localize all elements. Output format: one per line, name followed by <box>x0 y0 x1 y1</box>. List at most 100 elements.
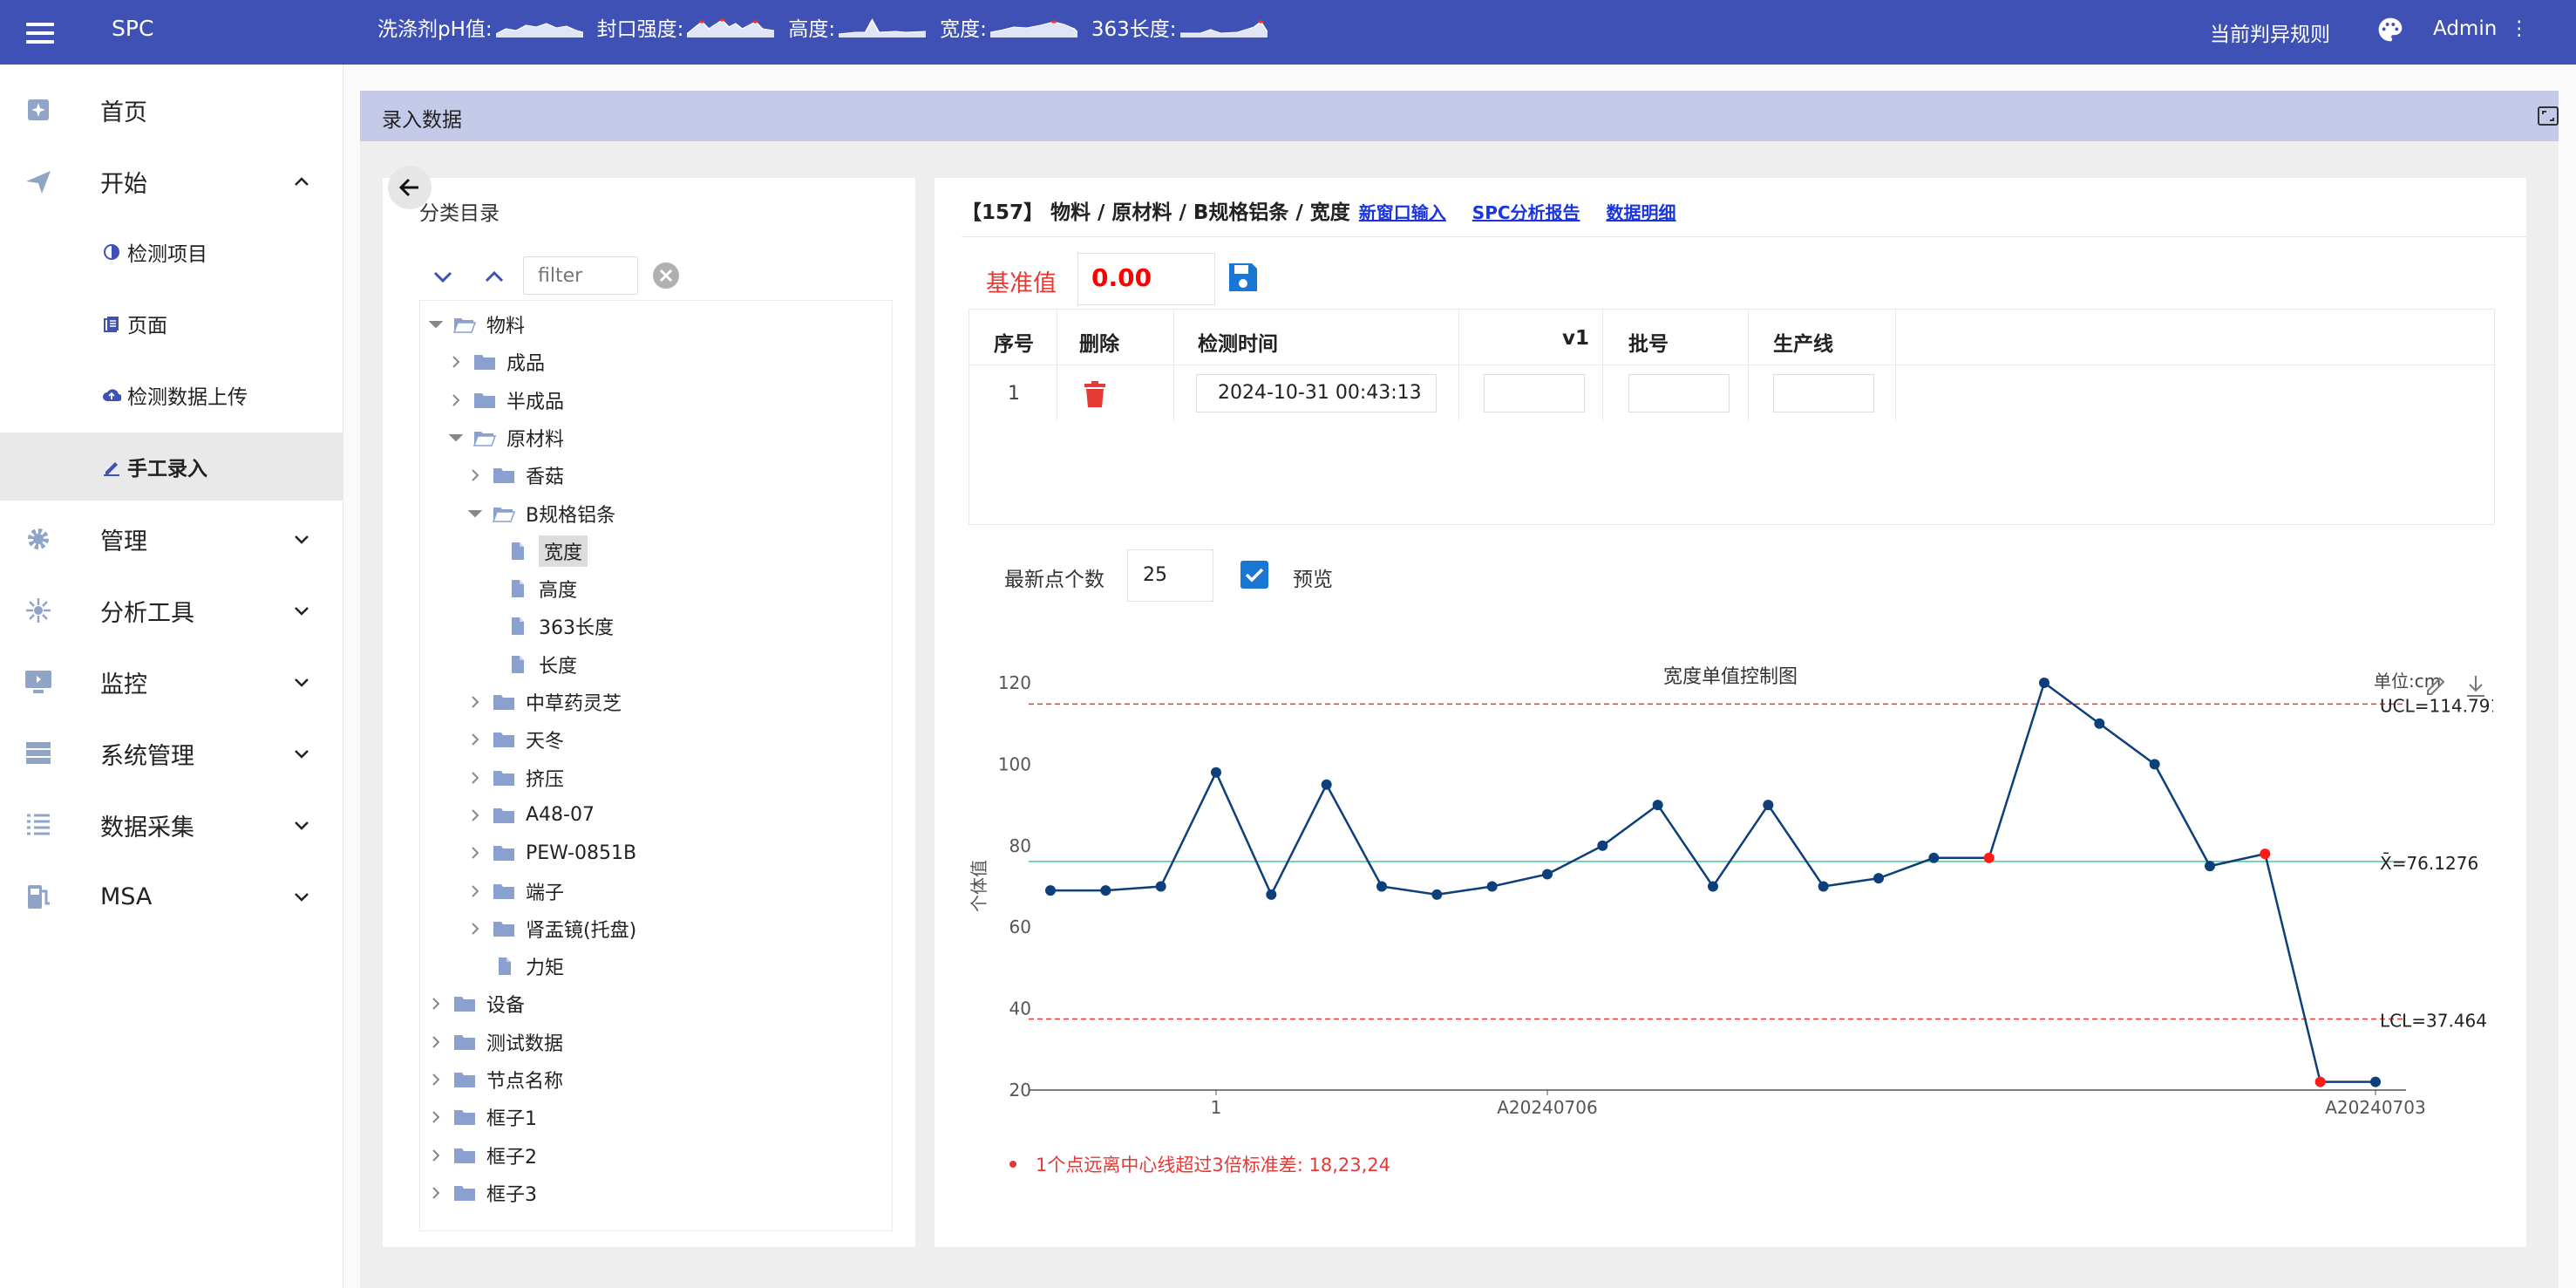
tree-node[interactable]: PEW-0851B <box>468 835 636 870</box>
data-point[interactable] <box>1321 779 1332 790</box>
folder-icon <box>493 883 514 899</box>
line-field[interactable] <box>1773 374 1874 412</box>
data-point[interactable] <box>1763 800 1774 811</box>
tree-node[interactable]: 半成品 <box>449 383 564 418</box>
data-point[interactable] <box>2094 718 2105 729</box>
nav-item[interactable]: 开始 <box>0 147 343 215</box>
data-point[interactable] <box>2370 1076 2381 1087</box>
tree-node[interactable]: 物料 <box>429 307 525 342</box>
nav-item[interactable]: 首页 <box>0 76 343 144</box>
tree-node-label: 挤压 <box>526 768 565 791</box>
folder-icon <box>493 695 514 710</box>
tree-node[interactable]: 香菇 <box>468 458 564 493</box>
tree-node[interactable]: 成品 <box>449 344 545 379</box>
batch-field[interactable] <box>1628 374 1730 412</box>
tree-node[interactable]: 高度 <box>506 571 577 606</box>
data-point[interactable] <box>1045 885 1056 896</box>
nav-sub-item[interactable]: 检测数据上传 <box>0 361 343 429</box>
metric-item[interactable]: 高度: <box>788 12 927 42</box>
outlier-point[interactable] <box>2260 848 2271 860</box>
outlier-point[interactable] <box>2314 1076 2326 1087</box>
download-icon[interactable] <box>2467 676 2484 697</box>
palette-icon[interactable] <box>2376 16 2404 44</box>
tree-node[interactable]: 框子2 <box>429 1138 537 1173</box>
data-point[interactable] <box>1873 873 1884 884</box>
data-point[interactable] <box>1542 869 1553 880</box>
spc-report-link[interactable]: SPC分析报告 <box>1472 202 1580 223</box>
tree-node[interactable]: 力矩 <box>468 949 564 984</box>
metric-item[interactable]: 363长度: <box>1091 12 1268 42</box>
tree-node[interactable]: 端子 <box>468 874 564 909</box>
tree-node[interactable]: 测试数据 <box>429 1025 563 1060</box>
save-icon[interactable] <box>1226 260 1261 295</box>
tree-node[interactable]: A48-07 <box>468 798 595 833</box>
nav-sub-item[interactable]: 检测项目 <box>0 218 343 286</box>
data-point[interactable] <box>1100 885 1111 896</box>
fullscreen-icon[interactable] <box>2538 106 2559 126</box>
menu-icon[interactable] <box>26 19 54 45</box>
current-rules-button[interactable]: 当前判异规则 <box>2210 17 2330 47</box>
metric-item[interactable]: 宽度: <box>940 12 1077 42</box>
nav-item[interactable]: 监控 <box>0 648 343 716</box>
data-point[interactable] <box>1266 889 1277 900</box>
data-point[interactable] <box>1597 840 1608 851</box>
tree-node[interactable]: 长度 <box>506 647 577 682</box>
nav-item[interactable]: MSA <box>0 862 343 930</box>
tree-node[interactable]: 节点名称 <box>429 1062 563 1097</box>
data-point[interactable] <box>1376 881 1387 892</box>
folder-open-icon <box>473 431 496 446</box>
tree-node[interactable]: 挤压 <box>468 760 564 795</box>
trash-icon[interactable] <box>1084 381 1106 407</box>
file-icon <box>512 542 524 560</box>
tree-node[interactable]: 框子3 <box>429 1176 537 1210</box>
nav-item[interactable]: 分析工具 <box>0 576 343 644</box>
latest-count-field[interactable]: 25 <box>1127 549 1213 602</box>
data-point[interactable] <box>2205 861 2215 872</box>
sparkline-icon <box>989 20 1077 37</box>
metric-item[interactable]: 洗涤剂pH值: <box>377 12 583 42</box>
data-point[interactable] <box>1486 881 1498 892</box>
v1-field[interactable] <box>1484 374 1585 412</box>
collapse-all-icon[interactable] <box>481 260 507 295</box>
nav-sub-item-label: 检测项目 <box>127 243 207 266</box>
nav-sub-item[interactable]: 手工录入 <box>0 433 343 501</box>
tree-node[interactable]: 天冬 <box>468 722 564 757</box>
preview-checkbox[interactable] <box>1240 561 1268 589</box>
data-point[interactable] <box>1155 881 1166 892</box>
tree-node[interactable]: 原材料 <box>449 420 564 455</box>
clear-filter-icon[interactable] <box>651 261 681 290</box>
tree-node-label: 节点名称 <box>486 1071 564 1093</box>
data-point[interactable] <box>2149 759 2160 770</box>
user-menu[interactable]: Admin ⋮ <box>2433 17 2529 40</box>
nav-item[interactable]: 管理 <box>0 505 343 573</box>
data-point[interactable] <box>1431 889 1443 900</box>
sparkline-icon <box>1179 20 1268 37</box>
data-point[interactable] <box>1652 800 1663 811</box>
data-point[interactable] <box>2039 678 2049 688</box>
metric-strip: 洗涤剂pH值: 封口强度: 高度: 宽度: 363长度: <box>377 12 1273 42</box>
nav-item[interactable]: 系统管理 <box>0 719 343 787</box>
tree-node[interactable]: 肾盂镜(托盘) <box>468 911 636 946</box>
tree-node[interactable]: B规格铝条 <box>468 496 615 531</box>
metric-item[interactable]: 封口强度: <box>597 12 775 42</box>
tree-node[interactable]: 363长度 <box>506 609 614 644</box>
expand-all-icon[interactable] <box>430 260 456 295</box>
data-point[interactable] <box>1211 767 1221 778</box>
time-field[interactable]: 2024-10-31 00:43:13 <box>1196 374 1437 412</box>
pump-icon <box>28 885 50 909</box>
data-detail-link[interactable]: 数据明细 <box>1607 202 1676 223</box>
data-point[interactable] <box>1818 881 1829 892</box>
outlier-point[interactable] <box>1983 852 1995 863</box>
data-point[interactable] <box>1708 881 1718 892</box>
tree-node[interactable]: 设备 <box>429 986 525 1021</box>
tree-node-label: 宽度 <box>539 535 588 567</box>
nav-sub-item[interactable]: 页面 <box>0 290 343 358</box>
tree-node[interactable]: 框子1 <box>429 1100 537 1135</box>
pencil-icon <box>104 462 119 476</box>
new-window-link[interactable]: 新窗口输入 <box>1359 202 1446 223</box>
nav-item[interactable]: 数据采集 <box>0 791 343 859</box>
tree-node[interactable]: 中草药灵芝 <box>468 685 622 719</box>
tree-filter-input[interactable] <box>523 256 638 295</box>
data-point[interactable] <box>1928 852 1940 863</box>
tree-node[interactable]: 宽度 <box>506 534 588 569</box>
